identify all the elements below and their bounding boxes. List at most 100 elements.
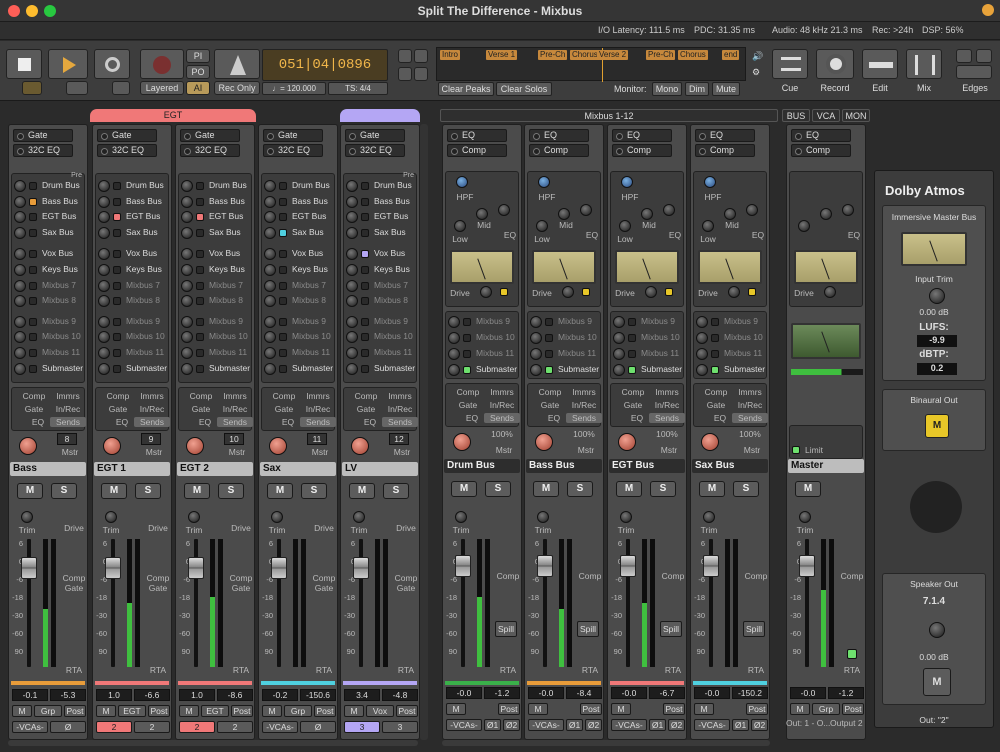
mute-button[interactable]: M bbox=[451, 481, 477, 497]
hi-knob[interactable] bbox=[580, 204, 592, 216]
send-knob[interactable] bbox=[346, 315, 358, 328]
gain-value[interactable]: -0.1 bbox=[12, 689, 48, 701]
automation-mode-button[interactable]: M bbox=[96, 705, 116, 717]
limit-label[interactable]: Limit bbox=[802, 445, 826, 455]
send-enable-button[interactable] bbox=[29, 213, 37, 222]
mute-button[interactable]: M bbox=[267, 483, 293, 499]
master-name[interactable]: Master bbox=[788, 459, 864, 473]
send-knob[interactable] bbox=[181, 362, 193, 375]
send-knob[interactable] bbox=[448, 348, 460, 360]
send-knob[interactable] bbox=[98, 264, 110, 276]
send-enable-button[interactable] bbox=[29, 364, 37, 373]
pan-knob[interactable] bbox=[269, 437, 287, 455]
send-enable-button[interactable] bbox=[711, 318, 719, 326]
spill-button[interactable]: Spill bbox=[660, 621, 682, 637]
track-name[interactable]: Bass bbox=[10, 462, 86, 476]
send-knob[interactable] bbox=[264, 264, 276, 276]
send-enable-button[interactable] bbox=[545, 318, 553, 326]
send-knob[interactable] bbox=[346, 195, 358, 208]
mid-knob[interactable] bbox=[820, 208, 832, 220]
trim-knob[interactable] bbox=[455, 511, 467, 523]
solo-button[interactable]: S bbox=[135, 483, 161, 499]
send-enable-button[interactable] bbox=[113, 333, 121, 342]
send-knob[interactable] bbox=[98, 331, 110, 344]
hpf-knob[interactable] bbox=[538, 176, 550, 188]
phase-1-button[interactable]: Ø1 bbox=[484, 719, 501, 731]
send-enable-button[interactable] bbox=[196, 228, 204, 237]
time-signature-display[interactable]: TS: 4/4 bbox=[328, 82, 388, 95]
send-knob[interactable] bbox=[14, 226, 26, 239]
proc-gate[interactable]: Gate bbox=[615, 400, 651, 410]
rta-label[interactable]: RTA bbox=[839, 665, 865, 675]
send-enable-button[interactable] bbox=[361, 182, 369, 190]
mute-button[interactable]: M bbox=[699, 481, 725, 497]
group-button[interactable]: EGT bbox=[118, 705, 146, 717]
low-knob[interactable] bbox=[619, 220, 631, 232]
automation-mode-button[interactable]: M bbox=[446, 703, 466, 715]
vca-assign-button[interactable]: -VCAs- bbox=[611, 719, 647, 731]
send-enable-button[interactable] bbox=[29, 182, 37, 190]
master-assign[interactable]: Mstr bbox=[489, 445, 519, 455]
send-knob[interactable] bbox=[98, 347, 110, 359]
mixer-list-button[interactable] bbox=[976, 49, 992, 63]
proc-immrs[interactable]: Immrs bbox=[300, 391, 336, 401]
send-enable-button[interactable] bbox=[113, 281, 121, 290]
gain-value[interactable]: -0.0 bbox=[528, 687, 564, 699]
send-enable-button[interactable] bbox=[113, 349, 121, 357]
send-knob[interactable] bbox=[264, 279, 276, 292]
send-knob[interactable] bbox=[98, 362, 110, 375]
meter-point-button[interactable]: Post bbox=[396, 705, 418, 717]
rta-label[interactable]: RTA bbox=[311, 665, 337, 675]
proc-sends[interactable]: Sends bbox=[382, 417, 418, 427]
spill-button[interactable]: Spill bbox=[495, 621, 517, 637]
low-knob[interactable] bbox=[798, 220, 810, 232]
send-knob[interactable] bbox=[14, 315, 26, 328]
peak-value[interactable]: -1.2 bbox=[828, 687, 864, 699]
mix-page-button[interactable] bbox=[906, 49, 942, 79]
send-enable-button[interactable] bbox=[29, 317, 37, 326]
group-tab-egt[interactable]: EGT bbox=[90, 109, 256, 122]
primary-clock[interactable]: 051|04|0896 bbox=[262, 49, 388, 81]
proc-immrs[interactable]: Immrs bbox=[649, 387, 685, 397]
send-knob[interactable] bbox=[181, 295, 193, 308]
plugin-slot-comp[interactable]: Comp bbox=[695, 144, 755, 157]
send-knob[interactable] bbox=[14, 295, 26, 308]
send-enable-button[interactable] bbox=[196, 182, 204, 190]
plugin-slot-eq[interactable]: EQ bbox=[791, 129, 851, 142]
automation-mode-button[interactable]: M bbox=[790, 703, 810, 715]
limit-enable-button[interactable] bbox=[792, 446, 800, 454]
plugin-slot-eq[interactable]: EQ bbox=[529, 129, 589, 142]
send-knob[interactable] bbox=[14, 195, 26, 208]
solo-button[interactable]: S bbox=[485, 481, 511, 497]
rta-label[interactable]: RTA bbox=[743, 665, 769, 675]
rta-label[interactable]: RTA bbox=[228, 665, 254, 675]
proc-inrec[interactable]: In/Rec bbox=[300, 404, 336, 414]
proc-immrs[interactable]: Immrs bbox=[50, 391, 86, 401]
pan-knob[interactable] bbox=[351, 437, 369, 455]
automation-mode-button[interactable]: M bbox=[344, 705, 364, 717]
mute-button[interactable]: M bbox=[17, 483, 43, 499]
send-enable-button[interactable] bbox=[113, 266, 121, 274]
send-enable-button[interactable] bbox=[361, 317, 369, 326]
hpf-label[interactable]: HPF bbox=[698, 192, 728, 202]
send-knob[interactable] bbox=[346, 226, 358, 239]
marker-intro[interactable]: Intro bbox=[440, 50, 461, 60]
fader-cap[interactable] bbox=[799, 555, 815, 577]
bus-name[interactable]: EGT Bus bbox=[609, 459, 685, 473]
binaural-mute-button[interactable]: M bbox=[925, 414, 949, 438]
send-enable-button[interactable] bbox=[113, 317, 121, 326]
send-enable-button[interactable] bbox=[29, 297, 37, 306]
send-knob[interactable] bbox=[264, 295, 276, 308]
send-enable-button[interactable] bbox=[545, 350, 553, 358]
solo-button[interactable]: S bbox=[383, 483, 409, 499]
proc-sends[interactable]: Sends bbox=[484, 413, 520, 423]
drive-enable-button[interactable] bbox=[500, 288, 508, 296]
plugin-slot[interactable]: 32C EQ bbox=[97, 144, 157, 157]
send-knob[interactable] bbox=[181, 279, 193, 292]
send-knob[interactable] bbox=[181, 264, 193, 276]
phase-1-button[interactable]: Ø1 bbox=[649, 719, 666, 731]
send-enable-button[interactable] bbox=[361, 213, 369, 222]
edit-page-button[interactable] bbox=[862, 49, 898, 79]
meter-point-button[interactable]: Post bbox=[746, 703, 768, 715]
send-knob[interactable] bbox=[14, 264, 26, 276]
